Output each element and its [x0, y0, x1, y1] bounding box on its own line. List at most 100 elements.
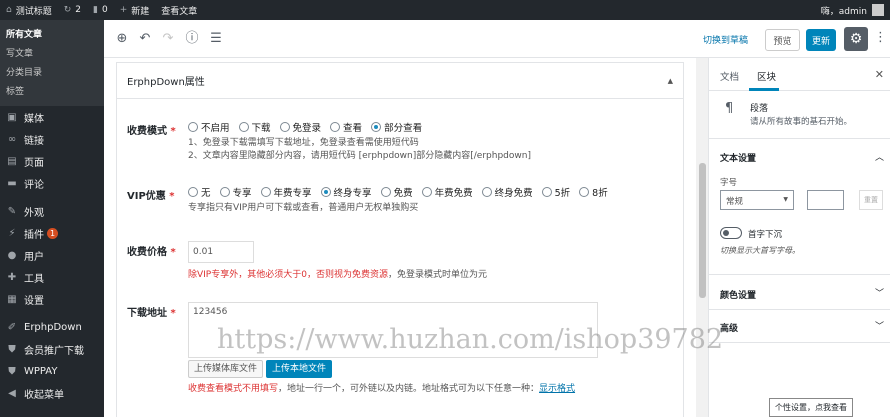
fee-mode-body: 不启用 下载 免登录 查看 部分查看 1、免登录下载需填写下载地址，免登录查看需…	[188, 120, 531, 163]
sidebar-item-pages[interactable]: ▤ 页面	[0, 150, 104, 172]
drop-cap-toggle[interactable]	[720, 227, 742, 239]
radio-circle	[238, 122, 249, 132]
download-url-textarea[interactable]: 123456	[188, 302, 598, 358]
metabox-title: ErphpDown属性	[127, 77, 205, 88]
advanced-title[interactable]: 高级	[720, 321, 738, 334]
chevron-down-icon[interactable]: ﹀	[875, 286, 884, 299]
radio-fee-download[interactable]: 下载	[238, 120, 271, 134]
submenu-all-posts[interactable]: 所有文章	[0, 24, 104, 43]
radio-circle-selected	[320, 187, 331, 197]
sidebar-item-erphpdown[interactable]: ✐ ErphpDown	[0, 316, 104, 338]
submenu-new-post[interactable]: 写文章	[0, 43, 104, 62]
account-menu[interactable]: 嗨，admin	[815, 0, 890, 20]
radio-circle	[579, 187, 590, 197]
home-icon: ⌂	[6, 5, 12, 15]
close-icon[interactable]: ✕	[875, 68, 884, 81]
preview-button[interactable]: 预览	[765, 29, 800, 51]
plugins-badge: 1	[47, 227, 58, 239]
submenu-tags[interactable]: 标签	[0, 81, 104, 100]
radio-vip-exclusive[interactable]: 专享	[219, 185, 252, 199]
radio-fee-disabled[interactable]: 不启用	[188, 120, 230, 134]
radio-vip-free[interactable]: 免费	[380, 185, 413, 199]
required-mark: *	[170, 308, 176, 319]
scroll-thumb[interactable]	[699, 163, 706, 298]
download-label: 下载地址 *	[127, 304, 176, 319]
tab-document[interactable]: 文档	[720, 69, 739, 83]
sidebar-item-users[interactable]: ● 用户	[0, 244, 104, 266]
new-content-link[interactable]: + 新建	[114, 0, 156, 20]
comments-count: 0	[101, 5, 108, 15]
sidebar-item-label: 插件	[24, 229, 44, 241]
customize-tooltip[interactable]: 个性设置，点我查看	[769, 398, 853, 417]
price-label-text: 收费价格	[127, 247, 167, 258]
radio-vip-lifetime-free[interactable]: 终身免费	[481, 185, 533, 199]
updates-link[interactable]: ↻ 2	[58, 0, 87, 20]
sidebar-item-tools[interactable]: ✚ 工具	[0, 266, 104, 288]
text-settings-title[interactable]: 文本设置	[720, 151, 756, 164]
radio-label: 终身专享	[333, 188, 372, 199]
radio-circle-selected	[371, 122, 382, 132]
font-size-select[interactable]: 常规 ▼	[720, 190, 794, 210]
chevron-up-icon[interactable]: ︿	[875, 150, 884, 163]
chevron-down-icon[interactable]: ﹀	[875, 319, 884, 332]
admin-sidebar: 所有文章 写文章 分类目录 标签 ▣ 媒体 ∞ 链接 ▤ 页面 ▬ 评论 ✎ 外观 ⚡ 插件…	[0, 20, 104, 417]
switch-to-draft-link[interactable]: 切换到草稿	[703, 33, 748, 46]
refresh-icon: ↻	[63, 5, 72, 15]
settings-icon: ▦	[7, 293, 17, 305]
vip-radios: 无 专享 年费专享 终身专享 免费 年费免费 终身免费 5折 8折	[188, 185, 617, 199]
sidebar-item-promo[interactable]: ⛊ 会员推广下载	[0, 338, 104, 360]
radio-fee-nologin[interactable]: 免登录	[279, 120, 321, 134]
block-navigation-icon[interactable]: ☰	[208, 31, 224, 47]
radio-label: 不启用	[201, 123, 230, 134]
custom-font-size-input[interactable]	[807, 190, 844, 210]
price-input[interactable]: 0.01	[188, 241, 254, 263]
sidebar-item-comments[interactable]: ▬ 评论	[0, 172, 104, 194]
vip-label: VIP优惠 *	[127, 187, 175, 202]
radio-fee-partial[interactable]: 部分查看	[371, 120, 422, 134]
sidebar-item-plugins[interactable]: ⚡ 插件 1	[0, 222, 104, 244]
more-options-icon[interactable]: ⋮	[874, 30, 887, 45]
settings-button[interactable]: ⚙	[844, 27, 868, 51]
drop-cap-label: 首字下沉	[748, 230, 783, 240]
admin-bar: ⌂ 测试标题 ↻ 2 ▮ 0 + 新建 查看文章 嗨，admin	[0, 0, 890, 20]
comments-link[interactable]: ▮ 0	[87, 0, 114, 20]
radio-label: 查看	[343, 123, 363, 134]
radio-vip-20-off[interactable]: 8折	[579, 185, 608, 199]
show-format-link[interactable]: 显示格式	[539, 384, 575, 394]
media-icon: ▣	[7, 111, 17, 123]
undo-icon[interactable]: ↶	[137, 31, 153, 47]
update-button[interactable]: 更新	[806, 29, 836, 51]
add-block-icon[interactable]: ⊕	[114, 31, 130, 47]
reset-button[interactable]: 重置	[859, 190, 883, 210]
plugin-icon: ⚡	[8, 227, 16, 239]
redo-icon[interactable]: ↷	[160, 31, 176, 47]
collapse-up-icon[interactable]: ▲	[668, 77, 673, 85]
submenu-categories[interactable]: 分类目录	[0, 62, 104, 81]
local-upload-button[interactable]: 上传本地文件	[266, 360, 333, 378]
site-home-link[interactable]: ⌂ 测试标题	[0, 0, 58, 20]
metabox-header[interactable]: ErphpDown属性	[117, 63, 683, 99]
sidebar-item-wppay[interactable]: ⛊ WPPAY	[0, 360, 104, 382]
radio-vip-lifetime-exclusive[interactable]: 终身专享	[320, 185, 372, 199]
sidebar-item-appearance[interactable]: ✎ 外观	[0, 200, 104, 222]
fee-mode-radios: 不启用 下载 免登录 查看 部分查看	[188, 120, 531, 134]
sidebar-item-settings[interactable]: ▦ 设置	[0, 288, 104, 310]
radio-vip-50-off[interactable]: 5折	[541, 185, 570, 199]
radio-fee-view[interactable]: 查看	[330, 120, 362, 134]
content-scrollbar[interactable]	[696, 58, 708, 417]
view-post-link[interactable]: 查看文章	[155, 0, 203, 20]
info-icon[interactable]: ⓘ	[184, 31, 200, 47]
sidebar-item-links[interactable]: ∞ 链接	[0, 128, 104, 150]
fee-mode-label-text: 收费模式	[127, 126, 167, 137]
sidebar-item-media[interactable]: ▣ 媒体	[0, 106, 104, 128]
radio-vip-annual-exclusive[interactable]: 年费专享	[260, 185, 312, 199]
gear-icon: ⚙	[849, 31, 863, 47]
vip-body: 无 专享 年费专享 终身专享 免费 年费免费 终身免费 5折 8折 专享指只有V…	[188, 185, 617, 215]
media-library-button[interactable]: 上传媒体库文件	[188, 360, 264, 378]
radio-vip-none[interactable]: 无	[188, 185, 211, 199]
color-settings-title[interactable]: 颜色设置	[720, 288, 756, 301]
toggle-knob	[723, 230, 729, 236]
sidebar-collapse-menu[interactable]: ◀ 收起菜单	[0, 382, 104, 404]
radio-vip-annual-free[interactable]: 年费免费	[421, 185, 473, 199]
tab-block[interactable]: 区块	[757, 69, 776, 83]
